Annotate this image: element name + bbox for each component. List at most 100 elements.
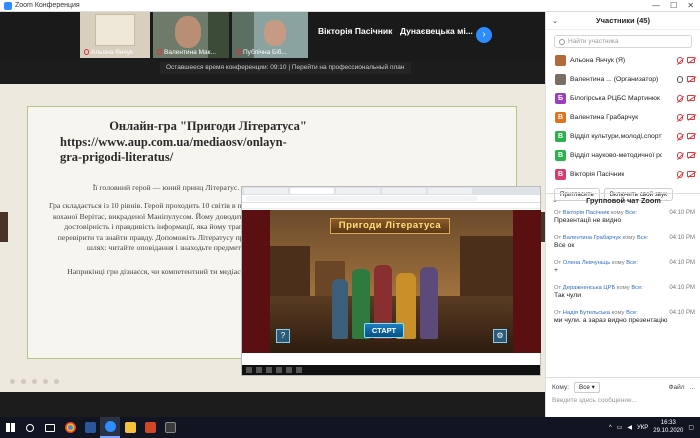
- avatar: В: [555, 169, 566, 180]
- network-icon[interactable]: ▭: [617, 424, 623, 431]
- chat-header: ⌄ Групповой чат Zoom: [546, 193, 700, 207]
- sender-name: Деражненська ЦРБ: [562, 285, 616, 291]
- sender-name: Олена Левчуньць: [562, 260, 611, 266]
- avatar: [555, 74, 566, 85]
- video-off-icon: [687, 114, 695, 120]
- maximize-button[interactable]: ☐: [670, 1, 677, 10]
- participant-name: Відділ науково-методичної роб...: [570, 152, 662, 159]
- message-text: Презентації не видно: [554, 217, 622, 224]
- window-title: Zoom Конференция: [15, 2, 80, 9]
- slide-text: Її головний герой — юний принц Літератус…: [92, 183, 240, 192]
- avatar: Б: [555, 93, 566, 104]
- zoom-window: Zoom Конференция — ☐ ✕ Альона Янчук Вале…: [0, 0, 700, 417]
- video-off-icon: [687, 57, 695, 63]
- time-remaining-banner: Оставшееся время конференции: 09:10 | Пе…: [160, 62, 411, 74]
- message-text: Так чули: [554, 292, 582, 299]
- slide-nav: [10, 379, 70, 387]
- video-off-icon: [687, 152, 695, 158]
- participant-row[interactable]: В Вікторія Пасічник: [546, 165, 700, 184]
- participant-name: Валентина Грабарчук: [570, 114, 639, 121]
- browser-screenshot: Пригоди Літератуса СТАРТ ? ⚙: [241, 186, 541, 376]
- slide-url: gra-prigodi-literatus/: [60, 150, 174, 164]
- game-title-banner: Пригоди Літератуса: [330, 218, 450, 234]
- zoom-taskbar-icon[interactable]: [100, 417, 120, 438]
- browser-tabs: [242, 187, 540, 195]
- minimize-button[interactable]: —: [652, 1, 660, 10]
- chat-message: От Вікторія Пасічник кому Все: Презентац…: [554, 210, 695, 224]
- meeting-stage: Альона Янчук Валентина Мак... Публічна Б…: [0, 12, 545, 417]
- slide-url: https://www.aup.com.ua/mediaosv/onlayn-: [60, 135, 287, 149]
- muted-mic-icon: [677, 133, 683, 140]
- game-character: [420, 267, 438, 339]
- language-indicator[interactable]: УКР: [637, 425, 648, 431]
- video-thumbnail[interactable]: Публічна Біб...: [232, 12, 308, 58]
- video-off-icon: [687, 95, 695, 101]
- video-thumbnail[interactable]: Валентина Мак...: [153, 12, 229, 58]
- clock[interactable]: 16:33 29.10.2020: [653, 420, 683, 435]
- search-icon[interactable]: [20, 417, 40, 438]
- avatar: В: [555, 131, 566, 142]
- video-off-icon: [687, 133, 695, 139]
- file-button[interactable]: Файл: [669, 384, 685, 391]
- participant-tile-name[interactable]: Вікторія Пасічник: [318, 26, 392, 36]
- video-thumbnail[interactable]: Альона Янчук: [80, 12, 150, 58]
- participants-header: ⌄ Участники (45): [546, 12, 700, 30]
- participant-row[interactable]: В Відділ науково-методичної роб...: [546, 146, 700, 165]
- participant-row[interactable]: В Відділ культури,молоді,спорту тури...: [546, 127, 700, 146]
- participant-row[interactable]: Валентина ... (Организатор): [546, 70, 700, 89]
- windows-start-icon[interactable]: [0, 417, 20, 438]
- help-icon[interactable]: ?: [276, 329, 290, 343]
- participant-row[interactable]: В Валентина Грабарчук: [546, 108, 700, 127]
- folder-icon[interactable]: [120, 417, 140, 438]
- participant-tile-name[interactable]: Дунаєвецька мі...: [400, 26, 473, 36]
- chat-message: От Олена Левчуньць кому Все: + 04:10 PM: [554, 260, 695, 274]
- system-tray: ^ ▭ ◀ УКР 16:33 29.10.2020 ▢: [609, 420, 700, 435]
- screen: Zoom Конференция — ☐ ✕ Альона Янчук Вале…: [0, 0, 700, 438]
- message-time: 04:10 PM: [669, 210, 695, 216]
- message-text: ми чули. а зараз видно презентацію: [554, 317, 668, 324]
- participant-row[interactable]: Альона Янчук (Я): [546, 51, 700, 70]
- more-button[interactable]: ...: [690, 384, 695, 391]
- participant-name: Білогірська РЦБС Мартинюк Г.І.: [570, 95, 662, 102]
- app-icon[interactable]: [160, 417, 180, 438]
- video-off-icon: [687, 76, 695, 82]
- chat-title: Групповой чат Zoom: [586, 196, 661, 205]
- muted-mic-icon: [84, 49, 89, 55]
- chat-message: От Валентина Грабарчук кому Все: Все ок …: [554, 235, 695, 249]
- muted-mic-icon[interactable]: [677, 57, 683, 64]
- participant-search-input[interactable]: Найти участника: [554, 35, 692, 48]
- participant-list: Альона Янчук (Я) Валентина ... (Организа…: [546, 51, 700, 184]
- chat-messages: От Вікторія Пасічник кому Все: Презентац…: [546, 210, 700, 335]
- avatar: В: [555, 112, 566, 123]
- chat-composer: Кому: Все ▾ Файл ... Введите здесь сообщ…: [546, 377, 700, 417]
- recipient-select[interactable]: Все ▾: [574, 382, 600, 393]
- muted-mic-icon: [157, 49, 162, 55]
- mic-icon: [677, 76, 683, 83]
- upgrade-link[interactable]: Перейти на профессиональный план: [292, 64, 405, 71]
- powerpoint-icon[interactable]: [140, 417, 160, 438]
- thumbnail-name: Валентина Мак...: [164, 49, 216, 56]
- volume-icon[interactable]: ◀: [627, 424, 632, 431]
- avatar: В: [555, 150, 566, 161]
- close-button[interactable]: ✕: [687, 1, 694, 10]
- muted-mic-icon: [236, 49, 241, 55]
- task-view-icon[interactable]: [40, 417, 60, 438]
- participant-name: Відділ культури,молоді,спорту тури...: [570, 133, 662, 140]
- next-page-button[interactable]: ›: [476, 27, 492, 43]
- word-icon[interactable]: [80, 417, 100, 438]
- thumbnail-name: Публічна Біб...: [243, 49, 287, 56]
- game-start-button[interactable]: СТАРТ: [364, 323, 404, 338]
- muted-mic-icon: [677, 114, 683, 121]
- notifications-icon[interactable]: ▢: [688, 424, 694, 431]
- thumbnail-name: Альона Янчук: [91, 49, 133, 56]
- side-panel: ⌄ Участники (45) Найти участника Альона …: [545, 12, 700, 417]
- participant-row[interactable]: Б Білогірська РЦБС Мартинюк Г.І.: [546, 89, 700, 108]
- avatar: [555, 55, 566, 66]
- gear-icon[interactable]: ⚙: [493, 329, 507, 343]
- chrome-icon[interactable]: [60, 417, 80, 438]
- tray-up-icon[interactable]: ^: [609, 425, 612, 431]
- collapse-icon[interactable]: ⌄: [552, 17, 558, 25]
- collapse-icon[interactable]: ⌄: [552, 194, 558, 208]
- chat-input[interactable]: Введите здесь сообщение...: [546, 393, 700, 408]
- slide-title: Онлайн-гра "Пригоди Літератуса": [109, 119, 307, 133]
